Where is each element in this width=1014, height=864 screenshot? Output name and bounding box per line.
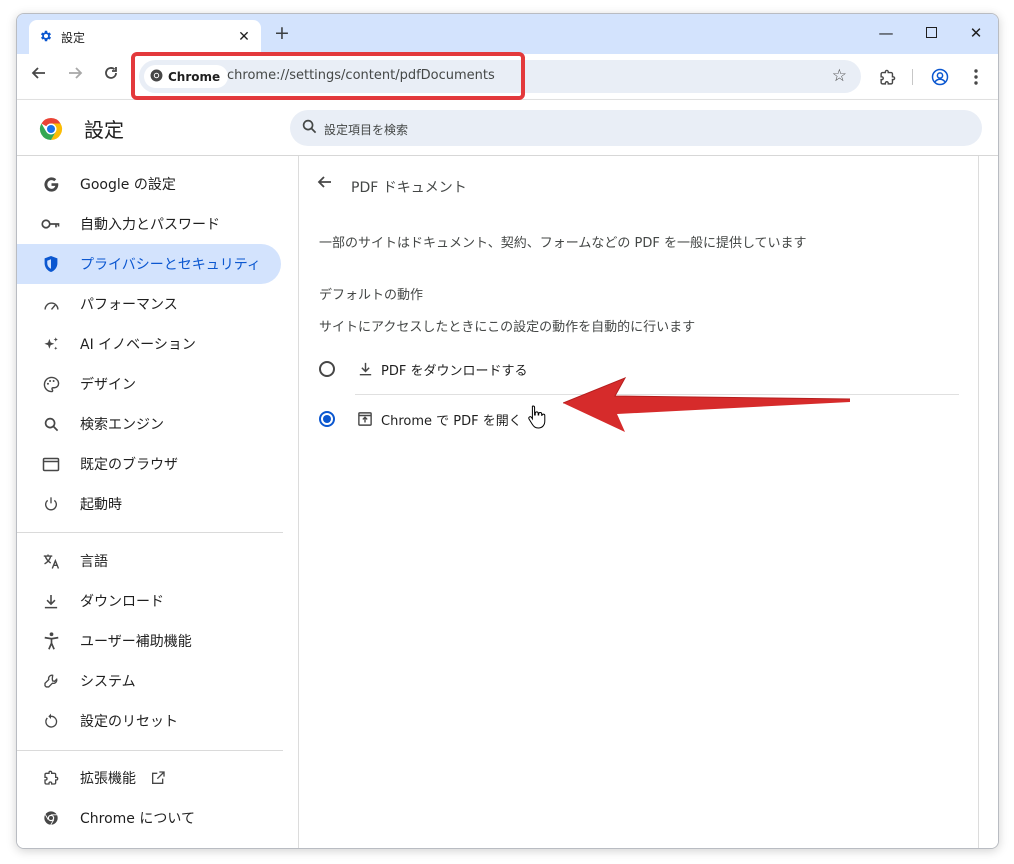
menu-button[interactable] [964, 65, 988, 89]
sidebar-item-accessibility[interactable]: ユーザー補助機能 [17, 621, 281, 661]
sidebar-item-label: 設定のリセット [80, 714, 178, 730]
sidebar-item-reset[interactable]: 設定のリセット [17, 701, 281, 741]
tab-strip: 設定 ✕ + — ✕ [17, 14, 998, 54]
radio-open-in-chrome[interactable] [319, 411, 335, 427]
annotation-highlight-box [131, 52, 525, 100]
page-title: PDF ドキュメント [351, 180, 467, 196]
toolbar-separator [912, 69, 913, 85]
tab-settings[interactable]: 設定 ✕ [29, 20, 261, 54]
sidebar-item-google[interactable]: Google の設定 [17, 164, 281, 204]
accessibility-icon [41, 631, 61, 651]
speedometer-icon [41, 294, 61, 314]
kebab-menu-icon [974, 69, 978, 85]
settings-header: 設定 設定項目を検索 [17, 100, 998, 156]
maximize-button[interactable] [917, 22, 945, 44]
sidebar-item-about-chrome[interactable]: Chrome について [17, 798, 281, 838]
sidebar-item-label: 既定のブラウザ [80, 457, 178, 473]
profile-icon [931, 68, 949, 86]
sidebar-item-autofill[interactable]: 自動入力とパスワード [17, 204, 281, 244]
back-arrow-button[interactable] [317, 174, 333, 195]
back-button[interactable] [28, 65, 50, 87]
sidebar-item-label: プライバシーとセキュリティ [80, 257, 261, 273]
sidebar-item-label: AI イノベーション [80, 337, 196, 353]
sidebar-item-label: ユーザー補助機能 [80, 634, 192, 650]
settings-search-input[interactable]: 設定項目を検索 [290, 110, 982, 146]
google-g-icon [41, 174, 61, 194]
sidebar-item-label: 言語 [80, 554, 108, 570]
open-in-new-icon [150, 770, 166, 786]
sidebar-item-default-browser[interactable]: 既定のブラウザ [17, 444, 281, 484]
minimize-button[interactable]: — [872, 22, 900, 44]
tab-close-icon[interactable]: ✕ [235, 28, 253, 46]
arrow-left-icon [317, 176, 331, 188]
chrome-icon [41, 808, 61, 828]
sidebar-item-appearance[interactable]: デザイン [17, 364, 281, 404]
key-icon [41, 214, 61, 234]
sidebar-item-label: システム [80, 674, 136, 690]
sidebar-item-label: 起動時 [80, 497, 122, 513]
sidebar-item-label: 自動入力とパスワード [80, 217, 220, 233]
sidebar-divider [17, 532, 283, 533]
wrench-icon [41, 671, 61, 691]
extensions-button[interactable] [875, 65, 899, 89]
maximize-icon [925, 27, 937, 38]
search-icon [41, 414, 61, 434]
forward-button[interactable] [64, 65, 86, 87]
sidebar-item-system[interactable]: システム [17, 661, 281, 701]
reset-icon [41, 711, 61, 731]
settings-title: 設定 [84, 118, 124, 142]
profile-button[interactable] [928, 65, 952, 89]
radio-download-pdf[interactable] [319, 361, 335, 377]
section-subheading: サイトにアクセスしたときにこの設定の動作を自動的に行います [319, 320, 696, 335]
sidebar-item-label: 検索エンジン [80, 417, 164, 433]
translate-icon [41, 551, 61, 571]
open-in-icon [357, 411, 373, 427]
sidebar-item-label: Chrome について [80, 811, 195, 827]
search-icon [302, 119, 317, 138]
puzzle-icon [41, 768, 61, 788]
settings-sidebar: Google の設定 自動入力とパスワード プライバシーとセキュリティ パフォー… [17, 156, 298, 848]
sparkle-icon [41, 334, 61, 354]
option-label: PDF をダウンロードする [381, 363, 528, 379]
reload-icon [105, 67, 117, 79]
sidebar-item-extensions[interactable]: 拡張機能 [17, 758, 281, 798]
page-description: 一部のサイトはドキュメント、契約、フォームなどの PDF を一般に提供しています [319, 236, 807, 251]
download-icon [41, 591, 61, 611]
sidebar-item-label: Google の設定 [80, 177, 176, 193]
puzzle-icon [879, 69, 895, 85]
sidebar-item-label: ダウンロード [80, 594, 164, 610]
tab-title: 設定 [61, 30, 86, 45]
gear-icon [39, 28, 53, 47]
search-placeholder: 設定項目を検索 [324, 123, 409, 137]
sidebar-item-label: デザイン [80, 377, 136, 393]
chrome-logo-icon [39, 117, 63, 145]
arrow-left-icon [31, 67, 45, 79]
download-icon [357, 361, 373, 377]
section-heading: デフォルトの動作 [319, 288, 424, 303]
sidebar-item-label: パフォーマンス [80, 297, 178, 313]
sidebar-divider [17, 750, 283, 751]
shield-icon [41, 254, 61, 274]
sidebar-item-languages[interactable]: 言語 [17, 541, 281, 581]
browser-window-icon [41, 454, 61, 474]
arrow-right-icon [69, 67, 83, 79]
reload-button[interactable] [100, 65, 122, 87]
power-icon [41, 494, 61, 514]
hand-cursor-icon [528, 405, 546, 429]
sidebar-item-label: 拡張機能 [80, 771, 136, 787]
bookmark-star-icon[interactable]: ☆ [832, 66, 847, 86]
sidebar-item-ai[interactable]: AI イノベーション [17, 324, 281, 364]
annotation-arrow-icon [563, 377, 851, 432]
sidebar-item-on-startup[interactable]: 起動時 [17, 484, 281, 524]
option-label: Chrome で PDF を開く [381, 413, 522, 429]
close-window-button[interactable]: ✕ [962, 22, 990, 44]
new-tab-button[interactable]: + [271, 23, 293, 45]
pdf-settings-card: PDF ドキュメント 一部のサイトはドキュメント、契約、フォームなどの PDF … [298, 156, 979, 848]
sidebar-item-performance[interactable]: パフォーマンス [17, 284, 281, 324]
palette-icon [41, 374, 61, 394]
toolbar: Chrome chrome://settings/content/pdfDocu… [17, 52, 998, 100]
sidebar-item-privacy[interactable]: プライバシーとセキュリティ [17, 244, 281, 284]
sidebar-item-downloads[interactable]: ダウンロード [17, 581, 281, 621]
sidebar-item-search-engine[interactable]: 検索エンジン [17, 404, 281, 444]
